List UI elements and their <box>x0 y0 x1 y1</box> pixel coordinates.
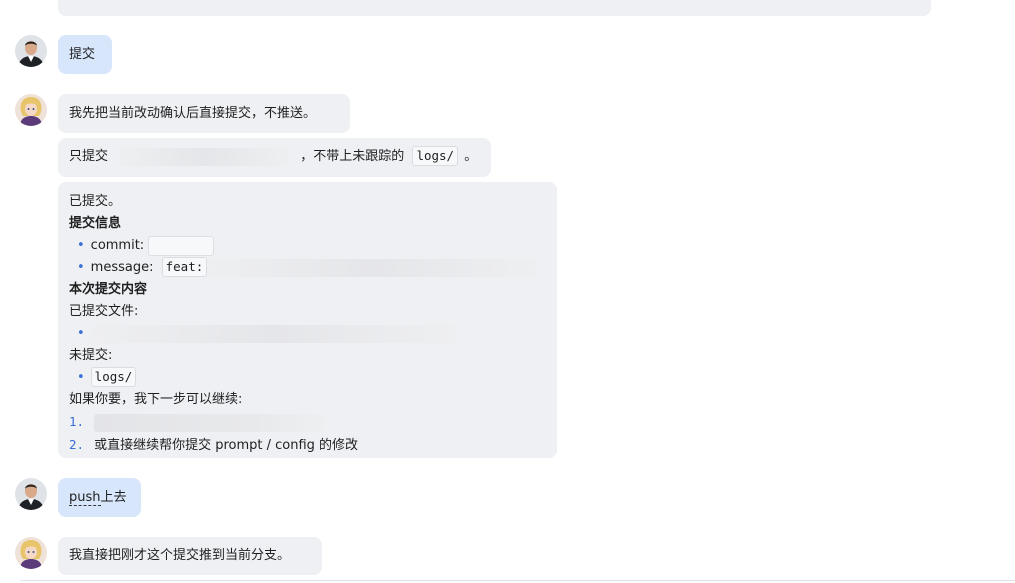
assistant-message-bubble: 我直接把刚才这个提交推到当前分支。 <box>58 537 322 575</box>
list-item: 2. 或直接继续帮你提交 prompt / config 的修改 <box>69 434 546 457</box>
user-avatar <box>15 35 47 67</box>
bullet-icon: • <box>77 370 85 385</box>
assistant-message-bubble: 我先把当前改动确认后直接提交，不推送。 <box>58 94 350 133</box>
inline-code: feat: <box>161 257 208 277</box>
list-item: • <box>69 323 546 345</box>
inline-code: logs/ <box>90 367 137 387</box>
redacted-step <box>94 413 325 432</box>
chat-page: 提交 我先把当前改动确认后直接提交，不推送。 只提交 ，不带上未跟踪的 logs… <box>0 0 1015 583</box>
commit-label: commit: <box>90 238 145 253</box>
redacted-commit-message <box>207 258 538 277</box>
bullet-icon: • <box>77 326 85 341</box>
list-number: 2. <box>69 437 85 452</box>
redacted-file-list <box>118 147 291 166</box>
user-message-text: 上去 <box>100 490 127 505</box>
user-message-text: push <box>69 490 101 506</box>
commit-status-text: 已提交。 <box>69 194 122 209</box>
user-message-bubble: 提交 <box>58 35 112 74</box>
next-steps-intro: 如果你要，我下一步可以继续: <box>69 392 243 407</box>
step-text: 或直接继续帮你提交 prompt / config 的修改 <box>94 438 359 453</box>
list-item: 1. <box>69 411 546 434</box>
message-label: message: <box>90 260 154 275</box>
assistant-message-bubble: 只提交 ，不带上未跟踪的 logs/ 。 <box>58 138 491 177</box>
user-message-text: 提交 <box>69 47 96 62</box>
section-heading: 本次提交内容 <box>69 282 148 297</box>
files-label: 已提交文件: <box>69 304 139 319</box>
section-heading: 提交信息 <box>69 216 122 231</box>
assistant-message-text: 我先把当前改动确认后直接提交，不推送。 <box>69 106 317 121</box>
list-item: • logs/ <box>69 367 546 389</box>
user-avatar <box>15 478 47 510</box>
previous-message-tail <box>58 0 931 16</box>
uncommitted-label: 未提交: <box>69 348 113 363</box>
list-item: • message: feat: <box>69 257 546 279</box>
redacted-file <box>90 324 456 343</box>
assistant-message-text: ，不带上未跟踪的 <box>300 149 405 164</box>
assistant-message-text: 。 <box>464 149 478 164</box>
list-number: 1. <box>69 414 85 429</box>
assistant-avatar <box>15 94 47 126</box>
assistant-message-text: 只提交 <box>69 149 109 164</box>
inline-code: logs/ <box>412 146 459 166</box>
user-message-bubble: push上去 <box>58 478 141 517</box>
assistant-avatar <box>15 537 47 569</box>
redacted-commit-hash <box>148 235 215 256</box>
list-item: • commit: <box>69 235 546 257</box>
bullet-icon: • <box>77 260 85 275</box>
assistant-message-text: 我直接把刚才这个提交推到当前分支。 <box>69 548 291 563</box>
assistant-message-bubble: 已提交。 提交信息 • commit: • message: feat: 本次提交内… <box>58 182 557 458</box>
bullet-icon: • <box>77 238 85 253</box>
